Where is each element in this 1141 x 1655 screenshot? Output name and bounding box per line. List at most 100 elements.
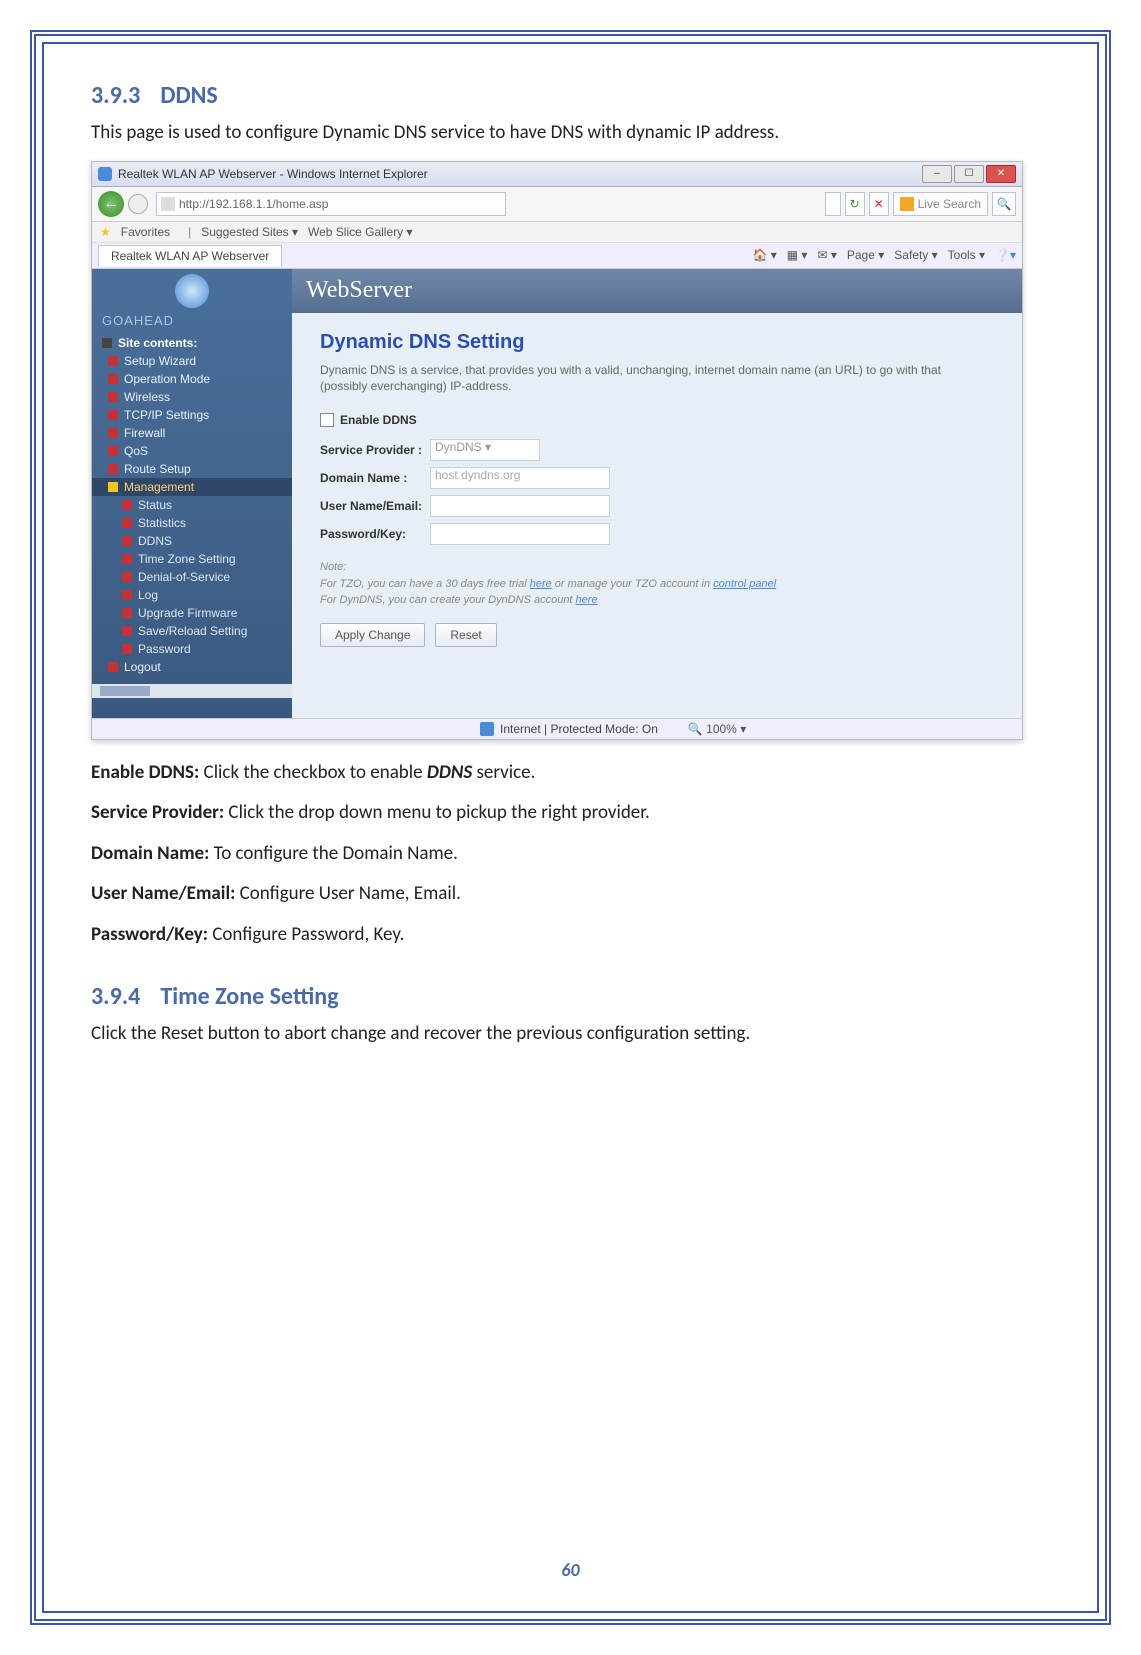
address-dropdown[interactable] bbox=[825, 192, 841, 216]
enable-ddns-row: Enable DDNS bbox=[320, 413, 960, 427]
sidebar-item-log[interactable]: Log bbox=[92, 586, 292, 604]
read-mail-icon[interactable]: ✉ ▾ bbox=[817, 248, 836, 262]
sidebar-site-contents: Site contents: bbox=[92, 334, 292, 352]
window-title: Realtek WLAN AP Webserver - Windows Inte… bbox=[118, 167, 428, 181]
page-title: Dynamic DNS Setting bbox=[320, 331, 960, 354]
address-bar-row: ← http://192.168.1.1/home.asp ↻ ✕ Live S… bbox=[92, 187, 1022, 222]
back-button[interactable]: ← bbox=[98, 191, 124, 217]
sidebar-item-wireless[interactable]: Wireless bbox=[92, 388, 292, 406]
tools-menu[interactable]: Tools ▾ bbox=[948, 248, 985, 262]
help-icon[interactable]: ❔▾ bbox=[995, 248, 1016, 262]
password-input[interactable] bbox=[430, 523, 610, 545]
url-text: http://192.168.1.1/home.asp bbox=[179, 197, 328, 211]
refresh-button[interactable]: ↻ bbox=[845, 192, 865, 216]
sidebar-item-time-zone[interactable]: Time Zone Setting bbox=[92, 550, 292, 568]
favorites-star-icon[interactable]: ★ bbox=[100, 225, 111, 239]
dyndns-here-link[interactable]: here bbox=[576, 594, 598, 606]
tzo-here-link[interactable]: here bbox=[530, 578, 552, 590]
username-label: User Name/Email: bbox=[320, 499, 430, 513]
sidebar-item-qos[interactable]: QoS bbox=[92, 442, 292, 460]
sidebar-item-password[interactable]: Password bbox=[92, 640, 292, 658]
section-number-2: 3.9.4 bbox=[91, 982, 140, 1011]
sidebar-item-operation-mode[interactable]: Operation Mode bbox=[92, 370, 292, 388]
sidebar-item-logout[interactable]: Logout bbox=[92, 658, 292, 676]
zone-label: Internet | Protected Mode: On bbox=[500, 722, 658, 736]
note-head: Note: bbox=[320, 561, 346, 573]
sidebar-item-route-setup[interactable]: Route Setup bbox=[92, 460, 292, 478]
section-number: 3.9.3 bbox=[91, 81, 140, 110]
enable-ddns-checkbox[interactable] bbox=[320, 413, 334, 427]
live-search-icon bbox=[900, 197, 914, 211]
sidebar-item-statistics[interactable]: Statistics bbox=[92, 514, 292, 532]
intro-text-timezone: Click the Reset button to abort change a… bbox=[91, 1021, 1050, 1048]
ie-window: Realtek WLAN AP Webserver - Windows Inte… bbox=[91, 161, 1023, 740]
password-row: Password/Key: bbox=[320, 523, 960, 545]
ie-icon bbox=[98, 167, 112, 181]
sidebar-item-setup-wizard[interactable]: Setup Wizard bbox=[92, 352, 292, 370]
page-content: GOAHEAD Site contents: Setup Wizard Oper… bbox=[92, 269, 1022, 718]
brand-label: GOAHEAD bbox=[92, 313, 292, 334]
nav-sidebar: GOAHEAD Site contents: Setup Wizard Oper… bbox=[92, 269, 292, 718]
globe-logo bbox=[92, 269, 292, 313]
username-row: User Name/Email: bbox=[320, 495, 960, 517]
section-heading-ddns: 3.9.3 DDNS bbox=[91, 81, 1050, 110]
home-icon[interactable]: 🏠 ▾ bbox=[752, 248, 776, 262]
webserver-banner: WebServer bbox=[292, 269, 1022, 313]
suggested-sites-link[interactable]: Suggested Sites ▾ bbox=[201, 225, 298, 239]
tab-bar: Realtek WLAN AP Webserver 🏠 ▾ ▦ ▾ ✉ ▾ Pa… bbox=[92, 243, 1022, 269]
page-description: Dynamic DNS is a service, that provides … bbox=[320, 362, 960, 396]
favorites-label: Favorites bbox=[121, 225, 170, 239]
ie-status-bar: Internet | Protected Mode: On 🔍 100% ▾ bbox=[92, 718, 1022, 739]
sidebar-item-tcpip[interactable]: TCP/IP Settings bbox=[92, 406, 292, 424]
forward-button[interactable] bbox=[128, 194, 148, 214]
service-provider-select[interactable]: DynDNS ▾ bbox=[430, 439, 540, 461]
browser-tab[interactable]: Realtek WLAN AP Webserver bbox=[98, 245, 282, 266]
sidebar-item-firewall[interactable]: Firewall bbox=[92, 424, 292, 442]
sidebar-item-management[interactable]: Management bbox=[92, 478, 292, 496]
tab-label: Realtek WLAN AP Webserver bbox=[111, 249, 269, 263]
domain-name-input[interactable]: host.dyndns.org bbox=[430, 467, 610, 489]
page-number: 60 bbox=[36, 1559, 1105, 1581]
section-title: DDNS bbox=[160, 81, 217, 110]
desc-domain-name: Domain Name: To configure the Domain Nam… bbox=[91, 841, 1050, 868]
sidebar-item-status[interactable]: Status bbox=[92, 496, 292, 514]
sidebar-item-ddns[interactable]: DDNS bbox=[92, 532, 292, 550]
sidebar-scrollbar[interactable] bbox=[92, 684, 292, 698]
section-title-2: Time Zone Setting bbox=[160, 982, 338, 1011]
address-bar[interactable]: http://192.168.1.1/home.asp bbox=[156, 192, 506, 216]
desc-enable: Enable DDNS: Click the checkbox to enabl… bbox=[91, 760, 1050, 787]
window-titlebar: Realtek WLAN AP Webserver - Windows Inte… bbox=[92, 162, 1022, 187]
zone-icon bbox=[480, 722, 494, 736]
note-block: Note: For TZO, you can have a 30 days fr… bbox=[320, 559, 960, 609]
desc-service-provider: Service Provider: Click the drop down me… bbox=[91, 800, 1050, 827]
reset-button[interactable]: Reset bbox=[435, 623, 496, 647]
feeds-icon[interactable]: ▦ ▾ bbox=[787, 248, 808, 262]
favorites-bar: ★ Favorites | Suggested Sites ▾ Web Slic… bbox=[92, 222, 1022, 243]
stop-button[interactable]: ✕ bbox=[869, 192, 889, 216]
main-column: WebServer Dynamic DNS Setting Dynamic DN… bbox=[292, 269, 1022, 718]
search-box[interactable]: Live Search bbox=[893, 192, 988, 216]
page-icon bbox=[161, 197, 175, 211]
desc-password: Password/Key: Configure Password, Key. bbox=[91, 922, 1050, 949]
service-provider-row: Service Provider : DynDNS ▾ bbox=[320, 439, 960, 461]
search-engine-label: Live Search bbox=[918, 197, 981, 211]
domain-name-row: Domain Name : host.dyndns.org bbox=[320, 467, 960, 489]
search-button[interactable]: 🔍 bbox=[992, 192, 1016, 216]
sidebar-item-upgrade[interactable]: Upgrade Firmware bbox=[92, 604, 292, 622]
zoom-level[interactable]: 🔍 100% ▾ bbox=[688, 722, 746, 736]
intro-text-ddns: This page is used to configure Dynamic D… bbox=[91, 120, 1050, 147]
maximize-button[interactable]: ☐ bbox=[954, 165, 984, 183]
section-heading-timezone: 3.9.4 Time Zone Setting bbox=[91, 982, 1050, 1011]
close-button[interactable]: ✕ bbox=[986, 165, 1016, 183]
username-input[interactable] bbox=[430, 495, 610, 517]
web-slice-link[interactable]: Web Slice Gallery ▾ bbox=[308, 225, 413, 239]
apply-change-button[interactable]: Apply Change bbox=[320, 623, 425, 647]
sidebar-item-save-reload[interactable]: Save/Reload Setting bbox=[92, 622, 292, 640]
desc-username: User Name/Email: Configure User Name, Em… bbox=[91, 881, 1050, 908]
sidebar-item-dos[interactable]: Denial-of-Service bbox=[92, 568, 292, 586]
enable-ddns-label: Enable DDNS bbox=[340, 413, 417, 427]
minimize-button[interactable]: – bbox=[922, 165, 952, 183]
safety-menu[interactable]: Safety ▾ bbox=[894, 248, 937, 262]
tzo-control-panel-link[interactable]: control panel bbox=[713, 578, 776, 590]
page-menu[interactable]: Page ▾ bbox=[847, 248, 884, 262]
